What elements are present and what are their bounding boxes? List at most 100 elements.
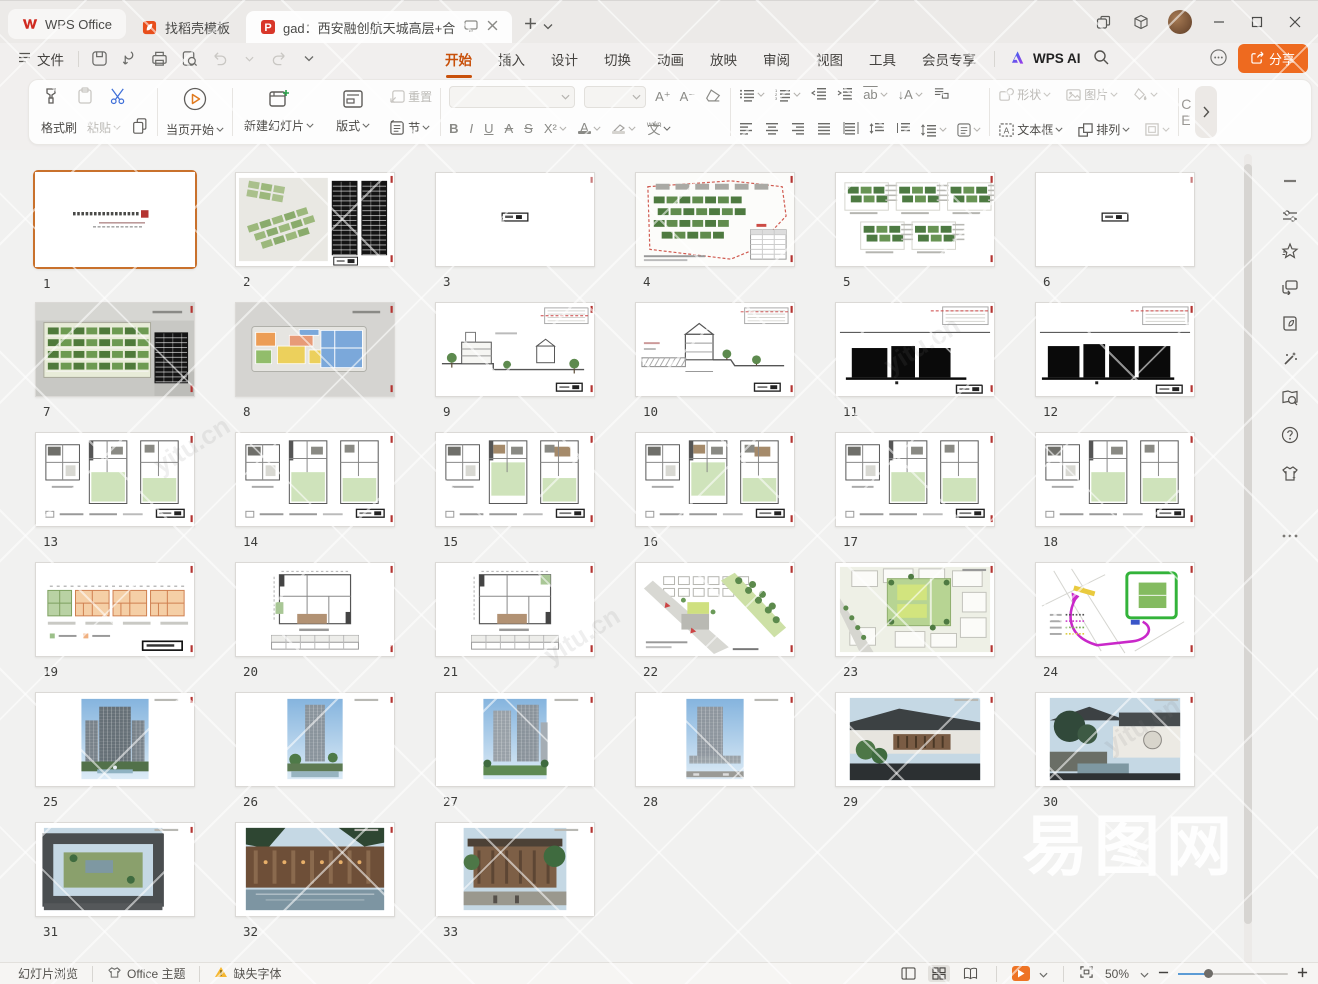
customize-toolbar-icon[interactable] [1209,48,1228,70]
tab-document[interactable]: P gad：西安融创航天城高层+合 [246,11,512,43]
normal-view-button[interactable] [897,965,919,982]
reset-button[interactable]: 重置 [389,88,432,105]
slide-thumbnail-26[interactable]: 26 [235,692,397,809]
slide-thumbnail-17[interactable]: 17 [835,432,997,549]
cut-icon[interactable] [109,87,128,109]
slide-thumbnail-22[interactable]: 22 [635,562,797,679]
slide-30-preview[interactable] [1035,692,1195,787]
find-icon[interactable] [179,49,199,69]
slide-6-preview[interactable] [1035,172,1195,267]
slide-thumbnail-25[interactable]: 25 [35,692,197,809]
distribute-icon[interactable] [843,121,859,138]
fill-color-icon[interactable] [1132,87,1158,102]
strikethrough-icon[interactable]: S [524,121,533,136]
print-icon[interactable] [149,49,169,69]
zoom-slider[interactable] [1178,967,1288,981]
ribbon-tab-8[interactable]: 工具 [857,44,908,74]
undo-chevron-icon[interactable] [239,49,259,69]
ribbon-tab-7[interactable]: 视图 [804,44,855,74]
tab-docer[interactable]: 找稻壳模板 [128,11,244,43]
zoom-in-button[interactable] [1297,967,1308,981]
ribbon-tab-4[interactable]: 动画 [645,44,696,74]
ribbon-tab-9[interactable]: 会员专享 [910,44,988,74]
ribbon-tab-0[interactable]: 开始 [433,44,484,74]
tab-wps-office[interactable]: WPS Office [8,9,126,39]
slide-thumbnail-1[interactable]: 1 [35,172,197,291]
save-icon[interactable] [89,49,109,69]
slide-thumbnail-31[interactable]: 31 [35,822,197,939]
zoom-percent[interactable]: 50% [1103,967,1131,981]
slide-thumbnail-20[interactable]: 20 [235,562,397,679]
font-family-combo[interactable] [449,86,575,108]
play-from-current-icon[interactable] [182,86,208,115]
file-menu[interactable]: 文件 [10,49,72,69]
slide-thumbnail-3[interactable]: 3 [435,172,597,289]
slide-22-preview[interactable] [635,562,795,657]
textbox-button[interactable]: A文本框 [998,121,1063,138]
slide-23-preview[interactable] [835,562,995,657]
slide-thumbnail-16[interactable]: 16 [635,432,797,549]
layout-button[interactable]: 版式 [333,86,373,138]
slide-13-preview[interactable] [35,432,195,527]
slide-thumbnail-21[interactable]: 21 [435,562,597,679]
section-button[interactable]: 节 [389,119,432,136]
slide-10-preview[interactable] [635,302,795,397]
fit-window-icon[interactable] [1079,965,1094,982]
new-tab-icon[interactable] [524,17,537,35]
slide-29-preview[interactable] [835,692,995,787]
slide-28-preview[interactable] [635,692,795,787]
panel-collapse-icon[interactable] [1279,170,1301,192]
ribbon-tab-5[interactable]: 放映 [698,44,749,74]
help-icon[interactable] [1279,424,1301,446]
slide-thumbnail-6[interactable]: 6 [1035,172,1197,289]
align-justify-icon[interactable] [817,121,833,138]
output-icon[interactable] [119,49,139,69]
zoom-slider-knob[interactable] [1204,969,1213,978]
redo-icon[interactable] [269,49,289,69]
settings-sliders-icon[interactable] [1279,205,1301,227]
slide-thumbnail-5[interactable]: 5 [835,172,997,289]
undo-icon[interactable] [209,49,229,69]
monitor-icon[interactable] [464,20,478,35]
missing-fonts-warning[interactable]: 缺失字体 [206,965,289,982]
align-right-icon[interactable] [791,121,807,138]
slide-thumbnail-30[interactable]: 30 [1035,692,1197,809]
pinyin-guide-icon[interactable]: wén文 [647,119,671,138]
close-button[interactable] [1278,7,1312,37]
slide-thumbnail-8[interactable]: 8 [235,302,397,419]
maximize-button[interactable] [1240,7,1274,37]
frame-icon[interactable] [1144,122,1170,137]
user-avatar[interactable] [1168,10,1192,34]
share-button[interactable]: 分享 [1238,44,1308,73]
bullet-list-icon[interactable] [739,88,765,102]
slide-thumbnail-28[interactable]: 28 [635,692,797,809]
paste-icon[interactable] [75,86,95,109]
paragraph-settings-icon[interactable] [957,123,981,137]
slide-thumbnail-2[interactable]: 2 [235,172,397,289]
slide-14-preview[interactable] [235,432,395,527]
line-spacing-down-icon[interactable] [895,121,911,138]
decrease-indent-icon[interactable] [811,86,827,103]
increase-indent-icon[interactable] [837,86,853,103]
slide-2-preview[interactable] [235,172,395,267]
slide-33-preview[interactable] [435,822,595,917]
tab-list-chevron-icon[interactable] [543,17,553,35]
slide-thumbnail-10[interactable]: 10 [635,302,797,419]
align-left-icon[interactable] [739,121,755,138]
slide-thumbnail-24[interactable]: 24 [1035,562,1197,679]
more-dots-icon[interactable] [1279,525,1301,547]
beautify-wand-icon[interactable] [1279,348,1301,370]
ribbon-tab-6[interactable]: 审阅 [751,44,802,74]
slide-1-preview[interactable] [33,170,197,269]
line-spacing-icon[interactable] [921,123,947,137]
font-color-icon[interactable]: A [578,123,601,134]
slide-thumbnail-27[interactable]: 27 [435,692,597,809]
slide-11-preview[interactable] [835,302,995,397]
slide-8-preview[interactable] [235,302,395,397]
slide-15-preview[interactable] [435,432,595,527]
slide-thumbnail-23[interactable]: 23 [835,562,997,679]
text-direction-icon[interactable]: ↓A [898,87,923,102]
numbered-list-icon[interactable]: 123 [775,88,801,102]
slide-12-preview[interactable] [1035,302,1195,397]
slide-sorter-view-button[interactable] [928,965,950,982]
